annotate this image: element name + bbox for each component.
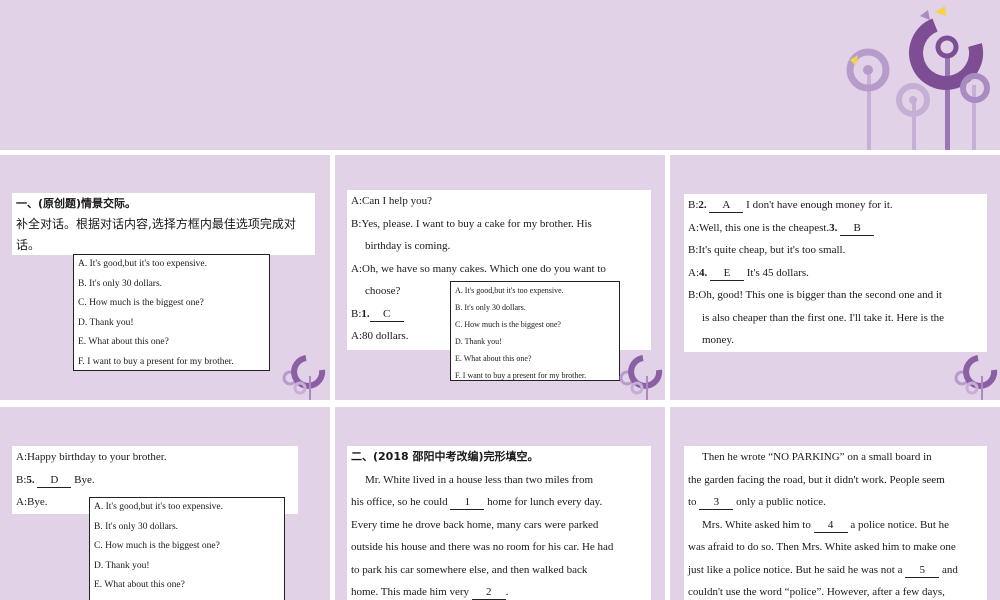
cloze-blank-2: 2 [471,585,506,600]
passage-text: a police notice. But he [850,518,950,531]
option-a: A. It's good,but it's too expensive. [94,502,224,512]
passage-text: home for lunch every day. [487,496,603,508]
cloze-blank-3: 3 [699,495,734,510]
cloze-card: Then he wrote “NO PARKING” on a small bo… [684,446,987,600]
passage-line: to park his car somewhere else, and then… [351,563,588,576]
question-number: 5. [26,473,35,486]
dialogue-text: It's 45 dollars. [746,266,809,279]
dialogue-card: B:2. A I don't have enough money for it.… [684,194,987,352]
speaker: B: [351,307,362,320]
passage-line: Then he wrote “NO PARKING” on a small bo… [702,451,932,463]
slide-4: A:Happy birthday to your brother. B:5. D… [0,407,330,600]
passage-text: Mrs. White asked him to [702,518,811,531]
dialogue-text: Bye. [74,473,95,486]
dialogue-line-answer-2: B:2. A I don't have enough money for it. [688,194,983,217]
flower-decoration-icon [846,6,990,150]
passage-line: Mr. White lived in a house less than two… [365,473,594,486]
dialogue-line: money. [702,334,734,346]
speaker: B: [688,199,699,211]
speaker: A: [688,266,699,279]
slide-6: Then he wrote “NO PARKING” on a small bo… [670,407,1000,600]
option-d: D. Thank you! [78,317,134,328]
option-f: F. I want to buy a present for my brothe… [78,356,234,367]
slide-5: 二、(2018 邵阳中考改编)完形填空。 Mr. White lived in … [335,407,665,600]
dialogue-line: birthday is coming. [365,240,451,252]
options-box: A. It's good,but it's too expensive. B. … [89,497,285,600]
dialogue-line-answer-4: A:4. E It's 45 dollars. [688,262,983,285]
dialogue-line: A:Can I help you? [351,195,432,207]
options-box: A. It's good,but it's too expensive. B. … [450,281,620,381]
passage-line: Every time he drove back home, many cars… [351,518,599,531]
small-flower-icon [619,355,663,400]
dialogue-text: I don't have enough money for it. [746,199,893,211]
cloze-blank-5: 5 [905,563,940,578]
dialogue-line-answer-3: A:Well, this one is the cheapest.3. B [688,217,983,240]
answer-blank-5: D [37,473,72,488]
question-number: 1. [361,307,370,320]
speaker: B: [16,473,27,486]
passage-line: outside his house and there was no room … [351,541,614,553]
cloze-card: 二、(2018 邵阳中考改编)完形填空。 Mr. White lived in … [347,446,651,600]
option-e: E. What about this one? [455,354,532,363]
option-e: E. What about this one? [78,337,169,347]
slide-3: B:2. A I don't have enough money for it.… [670,155,1000,400]
option-c: C. How much is the biggest one? [78,298,204,308]
question-intro-card: 一、(原创题)情景交际。 补全对话。根据对话内容,选择方框内最佳选项完成对话。 [12,193,315,255]
dialogue-line: B:Oh, good! This one is bigger than the … [688,289,942,301]
instruction-text: 补全对话。根据对话内容,选择方框内最佳选项完成对话。 [16,217,296,252]
passage-text: just like a police notice. But he said h… [688,563,903,576]
passage-text: his office, so he could [351,496,448,508]
dialogue-line: B:Yes, please. I want to buy a cake for … [351,217,592,230]
passage-line-blank-3: to 3 only a public notice. [688,491,983,514]
dialogue-line-answer-5: B:5. D Bye. [16,469,294,492]
passage-line: was afraid to do so. Then Mrs. White ask… [688,541,956,553]
option-b: B. It's only 30 dollars. [94,521,179,532]
small-flower-icon [954,355,998,400]
question-number: 4. [699,266,708,279]
option-d: D. Thank you! [455,337,502,346]
slide-1: 一、(原创题)情景交际。 补全对话。根据对话内容,选择方框内最佳选项完成对话。 … [0,155,330,400]
question-number: 2. [698,199,707,211]
slide-2: A:Can I help you? B:Yes, please. I want … [335,155,665,400]
answer-blank-2: A [709,198,744,213]
passage-text: . [505,586,509,598]
passage-line: the garden facing the road, but it didn'… [688,473,945,486]
dialogue-line: A:Oh, we have so many cakes. Which one d… [351,262,606,275]
option-f: F. I want to buy a present for my brothe… [94,596,280,600]
option-a: A. It's good,but it's too expensive. [78,259,208,269]
cloze-blank-4: 4 [813,518,848,533]
option-d: D. Thank you! [94,560,150,571]
options-box: A. It's good,but it's too expensive. B. … [73,254,270,371]
dialogue-line: is also cheaper than the first one. I'll… [702,311,945,324]
passage-line-blank-4: Mrs. White asked him to 4 a police notic… [688,514,983,537]
dialogue-text: A:Well, this one is the cheapest. [688,221,830,234]
passage-text: to [688,496,697,508]
small-flower-icon [282,355,326,400]
passage-line: couldn't use the word “police”. However,… [688,586,945,598]
option-b: B. It's only 30 dollars. [78,278,163,289]
question-number: 3. [829,221,838,234]
section-heading: 一、(原创题)情景交际。 [16,197,137,210]
option-c: C. How much is the biggest one? [455,320,561,329]
option-b: B. It's only 30 dollars. [455,303,526,312]
passage-line-blank-2: home. This made him very 2. [351,581,647,600]
passage-text: home. This made him very [351,586,470,598]
answer-blank-3: B [840,221,875,236]
answer-blank-4: E [710,266,744,281]
answer-blank-1: C [369,307,404,322]
passage-line-blank-1: his office, so he could 1 home for lunch… [351,491,647,514]
dialogue-line: A:Happy birthday to your brother. [16,451,167,463]
title-banner [0,0,1000,150]
cloze-blank-1: 1 [450,495,485,510]
passage-text: and [941,563,958,576]
option-e: E. What about this one? [94,580,185,590]
option-f: F. I want to buy a present for my brothe… [455,371,587,380]
dialogue-line: B:It's quite cheap, but it's too small. [688,244,846,256]
passage-text: only a public notice. [736,496,826,508]
option-a: A. It's good,but it's too expensive. [455,286,564,295]
section-heading: 二、(2018 邵阳中考改编)完形填空。 [351,450,539,463]
option-c: C. How much is the biggest one? [94,541,220,551]
passage-line-blank-5: just like a police notice. But he said h… [688,559,983,582]
